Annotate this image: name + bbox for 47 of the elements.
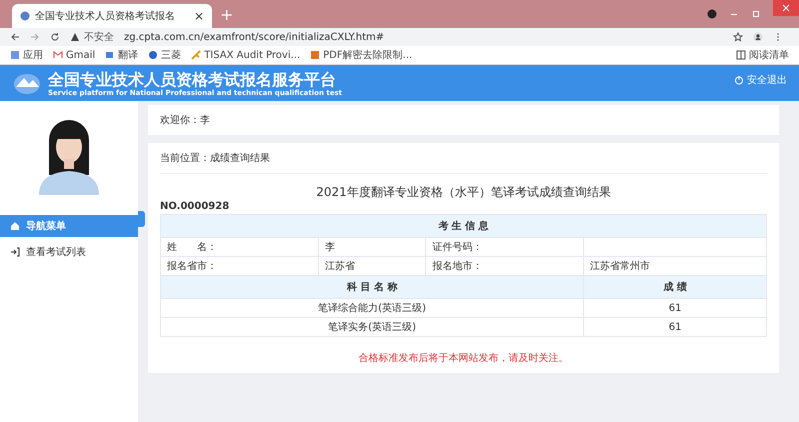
bookmark[interactable]: 翻译 bbox=[105, 48, 138, 62]
logo-icon bbox=[12, 71, 42, 95]
table-cell: 笔译实务(英语三级) bbox=[160, 318, 584, 336]
warning-icon bbox=[70, 32, 80, 42]
bookmark[interactable]: TISAX Audit Provi... bbox=[191, 50, 300, 60]
reload-icon[interactable] bbox=[50, 32, 60, 42]
reading-list-icon bbox=[736, 50, 746, 60]
close-icon[interactable] bbox=[773, 0, 799, 16]
tab-title: 全国专业技术人员资格考试报名 bbox=[35, 10, 175, 23]
notice-text: 合格标准发布后将于本网站发布，请及时关注。 bbox=[358, 352, 570, 365]
sign-in-icon bbox=[10, 247, 20, 257]
table-cell: 61 bbox=[584, 298, 766, 318]
table-cell: 61 bbox=[584, 318, 766, 336]
collapse-handle[interactable] bbox=[138, 211, 145, 227]
record-number: NO.0000928 bbox=[160, 201, 230, 212]
welcome-text: 欢迎你：李 bbox=[160, 114, 210, 127]
nav-item[interactable]: 查看考试列表 bbox=[0, 241, 138, 263]
browser-tab[interactable]: 全国专业技术人员资格考试报名 × bbox=[12, 4, 212, 28]
grid-icon bbox=[10, 50, 20, 60]
table-cell: 证件号码： bbox=[426, 238, 584, 256]
bookmark[interactable]: 应用 bbox=[10, 48, 43, 62]
mail-icon bbox=[53, 50, 63, 60]
pencil-icon bbox=[191, 50, 202, 60]
table-cell: 笔译综合能力(英语三级) bbox=[160, 298, 584, 318]
home-icon bbox=[10, 221, 20, 231]
table-cell: 姓 名： bbox=[160, 238, 318, 256]
result-title: 2021年度翻译专业资格（水平）笔译考试成绩查询结果 bbox=[315, 184, 612, 201]
star-icon[interactable] bbox=[733, 32, 743, 42]
bookmark[interactable]: PDF解密去除限制... bbox=[310, 48, 412, 62]
bookmark[interactable]: 三菱 bbox=[148, 48, 182, 62]
back-icon[interactable] bbox=[10, 32, 20, 42]
table-header: 考 生 信 息 bbox=[160, 214, 766, 238]
column-header: 科 目 名 称 bbox=[160, 276, 584, 298]
tab-close[interactable]: × bbox=[194, 9, 204, 23]
security-label: 不安全 bbox=[84, 30, 114, 44]
table-cell: 李 bbox=[318, 238, 426, 256]
address-field[interactable]: zg.cpta.com.cn/examfront/score/initializaCXLY.htm# bbox=[124, 32, 384, 42]
power-icon bbox=[734, 75, 744, 85]
pdf-icon bbox=[310, 50, 320, 60]
circle-icon bbox=[148, 50, 158, 60]
reading-list-button[interactable]: 阅读清单 bbox=[736, 48, 789, 62]
breadcrumb: 当前位置：成绩查询结果 bbox=[160, 147, 767, 174]
bookmark[interactable]: Gmail bbox=[53, 50, 96, 60]
profile-icon[interactable] bbox=[753, 32, 763, 42]
column-header: 成 绩 bbox=[584, 276, 766, 298]
site-title: 全国专业技术人员资格考试报名服务平台 bbox=[48, 70, 337, 88]
restore-icon[interactable] bbox=[751, 9, 761, 19]
